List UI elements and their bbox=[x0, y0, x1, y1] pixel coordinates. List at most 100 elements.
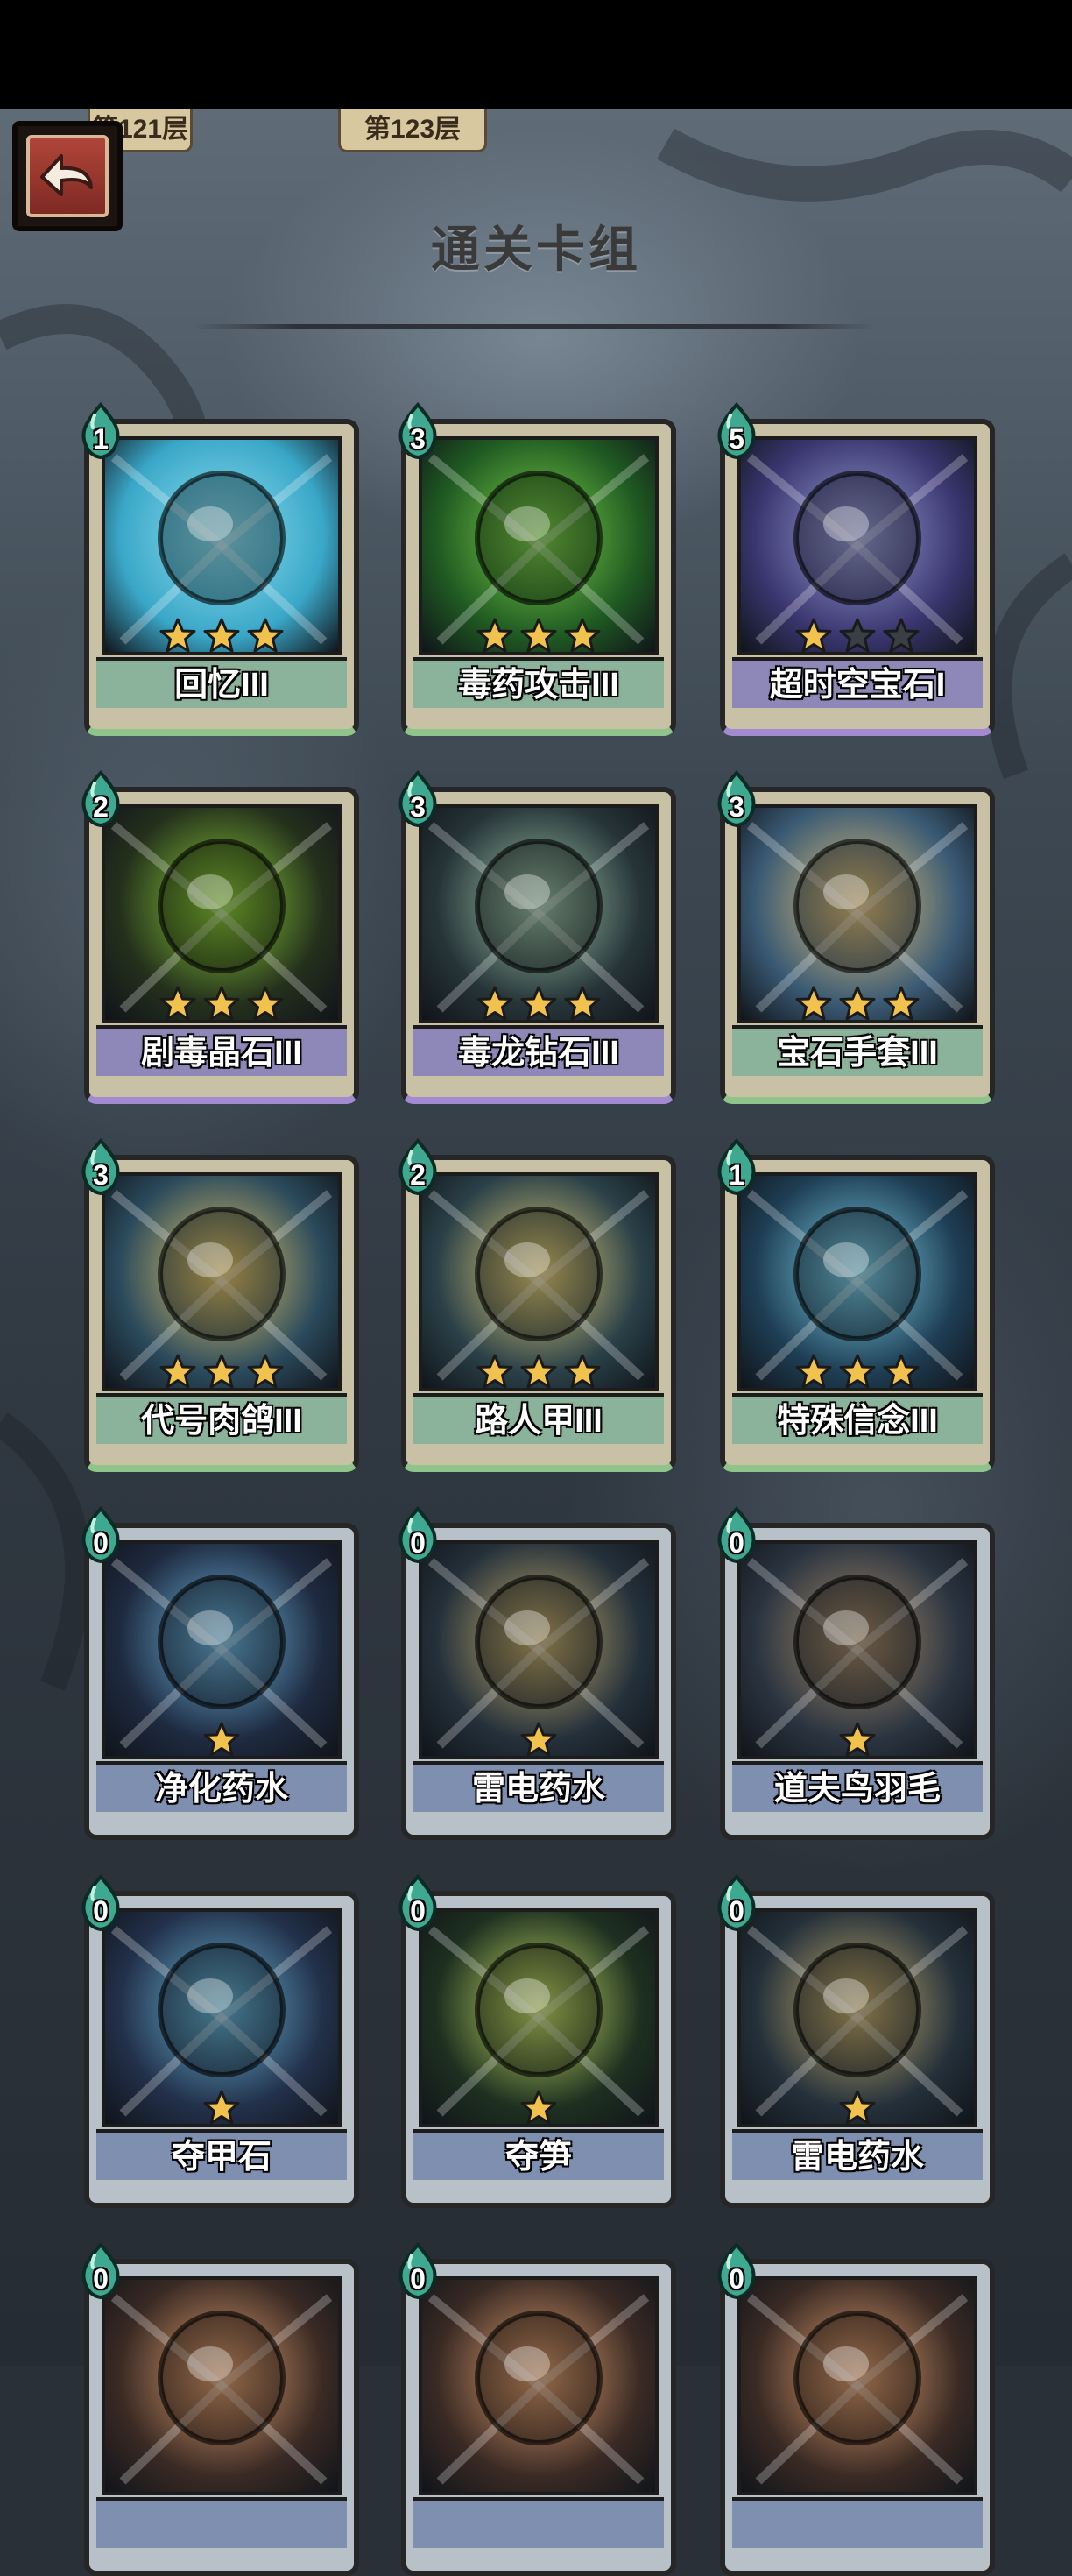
card-cost: 1 bbox=[93, 423, 109, 455]
floor-tab-123[interactable]: 第123层 bbox=[338, 109, 487, 152]
card-cost: 2 bbox=[410, 1159, 426, 1191]
star-filled-icon bbox=[159, 618, 196, 653]
star-filled-icon bbox=[203, 1354, 240, 1389]
star-filled-icon bbox=[203, 618, 240, 653]
deck-card[interactable]: 夺甲石 0 bbox=[81, 1874, 359, 2208]
star-filled-icon bbox=[520, 986, 557, 1021]
deck-card[interactable]: 路人甲III 2 bbox=[398, 1138, 676, 1472]
card-name: 特殊信念III bbox=[732, 1393, 983, 1444]
star-filled-icon bbox=[247, 1354, 284, 1389]
deck-card[interactable]: 毒龙钻石III 3 bbox=[398, 770, 676, 1104]
card-cost: 0 bbox=[729, 2263, 744, 2295]
card-name: 宝石手套III bbox=[732, 1025, 983, 1076]
card-name: 毒药攻击III bbox=[413, 657, 664, 708]
deck-card[interactable]: 回忆III 1 bbox=[81, 402, 359, 736]
star-filled-icon bbox=[795, 1354, 832, 1389]
star-rating bbox=[725, 1353, 990, 1391]
star-rating bbox=[89, 1353, 354, 1391]
star-filled-icon bbox=[564, 986, 601, 1021]
deck-card[interactable]: 0 bbox=[717, 2242, 995, 2576]
star-filled-icon bbox=[839, 2090, 876, 2125]
star-filled-icon bbox=[159, 986, 196, 1021]
star-filled-icon bbox=[883, 1354, 920, 1389]
star-rating bbox=[725, 617, 990, 655]
deck-card[interactable]: 毒药攻击III 3 bbox=[398, 402, 676, 736]
star-filled-icon bbox=[564, 1354, 601, 1389]
card-name bbox=[96, 2497, 347, 2548]
star-empty-icon bbox=[839, 618, 876, 653]
star-rating bbox=[406, 617, 671, 655]
star-rating bbox=[725, 1721, 990, 1759]
star-rating bbox=[89, 2089, 354, 2127]
partial-card-icon bbox=[737, 2276, 977, 2495]
star-rating bbox=[406, 2089, 671, 2127]
deck-card[interactable]: 道夫鸟羽毛 0 bbox=[717, 1506, 995, 1840]
star-rating bbox=[89, 1721, 354, 1759]
deck-card[interactable]: 代号肉鸽III 3 bbox=[81, 1138, 359, 1472]
card-cost: 0 bbox=[410, 1527, 426, 1559]
card-cost: 0 bbox=[729, 1895, 744, 1927]
card-name: 毒龙钻石III bbox=[413, 1025, 664, 1076]
status-bar bbox=[0, 0, 1072, 109]
card-cost: 0 bbox=[410, 1895, 426, 1927]
card-cost: 5 bbox=[729, 423, 744, 455]
star-filled-icon bbox=[476, 1354, 513, 1389]
card-name: 回忆III bbox=[96, 657, 347, 708]
star-rating bbox=[725, 985, 990, 1023]
card-name bbox=[732, 2497, 983, 2548]
deck-card[interactable]: 0 bbox=[398, 2242, 676, 2576]
card-name: 夺笋 bbox=[413, 2129, 664, 2180]
deck-card[interactable]: 超时空宝石I 5 bbox=[717, 402, 995, 736]
partial-card-icon bbox=[102, 2276, 342, 2495]
card-name: 代号肉鸽III bbox=[96, 1393, 347, 1444]
card-cost: 3 bbox=[729, 791, 744, 823]
star-filled-icon bbox=[564, 618, 601, 653]
card-cost: 0 bbox=[93, 2263, 109, 2295]
star-empty-icon bbox=[883, 618, 920, 653]
star-filled-icon bbox=[883, 986, 920, 1021]
title-divider bbox=[193, 324, 876, 329]
star-filled-icon bbox=[247, 986, 284, 1021]
star-filled-icon bbox=[159, 1354, 196, 1389]
card-name: 道夫鸟羽毛 bbox=[732, 1761, 983, 1812]
star-filled-icon bbox=[520, 618, 557, 653]
star-filled-icon bbox=[795, 986, 832, 1021]
card-name: 剧毒晶石III bbox=[96, 1025, 347, 1076]
star-filled-icon bbox=[839, 1354, 876, 1389]
deck-card[interactable]: 雷电药水 0 bbox=[398, 1506, 676, 1840]
deck-card[interactable]: 特殊信念III 1 bbox=[717, 1138, 995, 1472]
page-title: 通关卡组 bbox=[431, 222, 641, 277]
card-name bbox=[413, 2497, 664, 2548]
star-filled-icon bbox=[476, 986, 513, 1021]
star-rating bbox=[406, 985, 671, 1023]
card-cost: 0 bbox=[93, 1527, 109, 1559]
star-rating bbox=[406, 1353, 671, 1391]
deck-card[interactable]: 净化药水 0 bbox=[81, 1506, 359, 1840]
star-filled-icon bbox=[839, 1722, 876, 1757]
card-cost: 3 bbox=[93, 1159, 109, 1191]
star-filled-icon bbox=[247, 618, 284, 653]
star-filled-icon bbox=[795, 618, 832, 653]
card-cost: 3 bbox=[410, 423, 426, 455]
card-cost: 0 bbox=[729, 1527, 744, 1559]
star-rating bbox=[725, 2089, 990, 2127]
card-cost: 0 bbox=[410, 2263, 426, 2295]
card-cost: 1 bbox=[729, 1159, 744, 1191]
card-name: 超时空宝石I bbox=[732, 657, 983, 708]
deck-card[interactable]: 宝石手套III 3 bbox=[717, 770, 995, 1104]
deck-card[interactable]: 0 bbox=[81, 2242, 359, 2576]
star-filled-icon bbox=[839, 986, 876, 1021]
star-filled-icon bbox=[203, 986, 240, 1021]
star-filled-icon bbox=[203, 1722, 240, 1757]
deck-card[interactable]: 雷电药水 0 bbox=[717, 1874, 995, 2208]
deck-card[interactable]: 剧毒晶石III 2 bbox=[81, 770, 359, 1104]
card-name: 雷电药水 bbox=[413, 1761, 664, 1812]
star-filled-icon bbox=[520, 1354, 557, 1389]
star-filled-icon bbox=[520, 2090, 557, 2125]
star-filled-icon bbox=[203, 2090, 240, 2125]
star-filled-icon bbox=[520, 1722, 557, 1757]
back-arrow-icon bbox=[40, 154, 93, 196]
card-cost: 3 bbox=[410, 791, 426, 823]
deck-card[interactable]: 夺笋 0 bbox=[398, 1874, 676, 2208]
star-rating bbox=[89, 985, 354, 1023]
